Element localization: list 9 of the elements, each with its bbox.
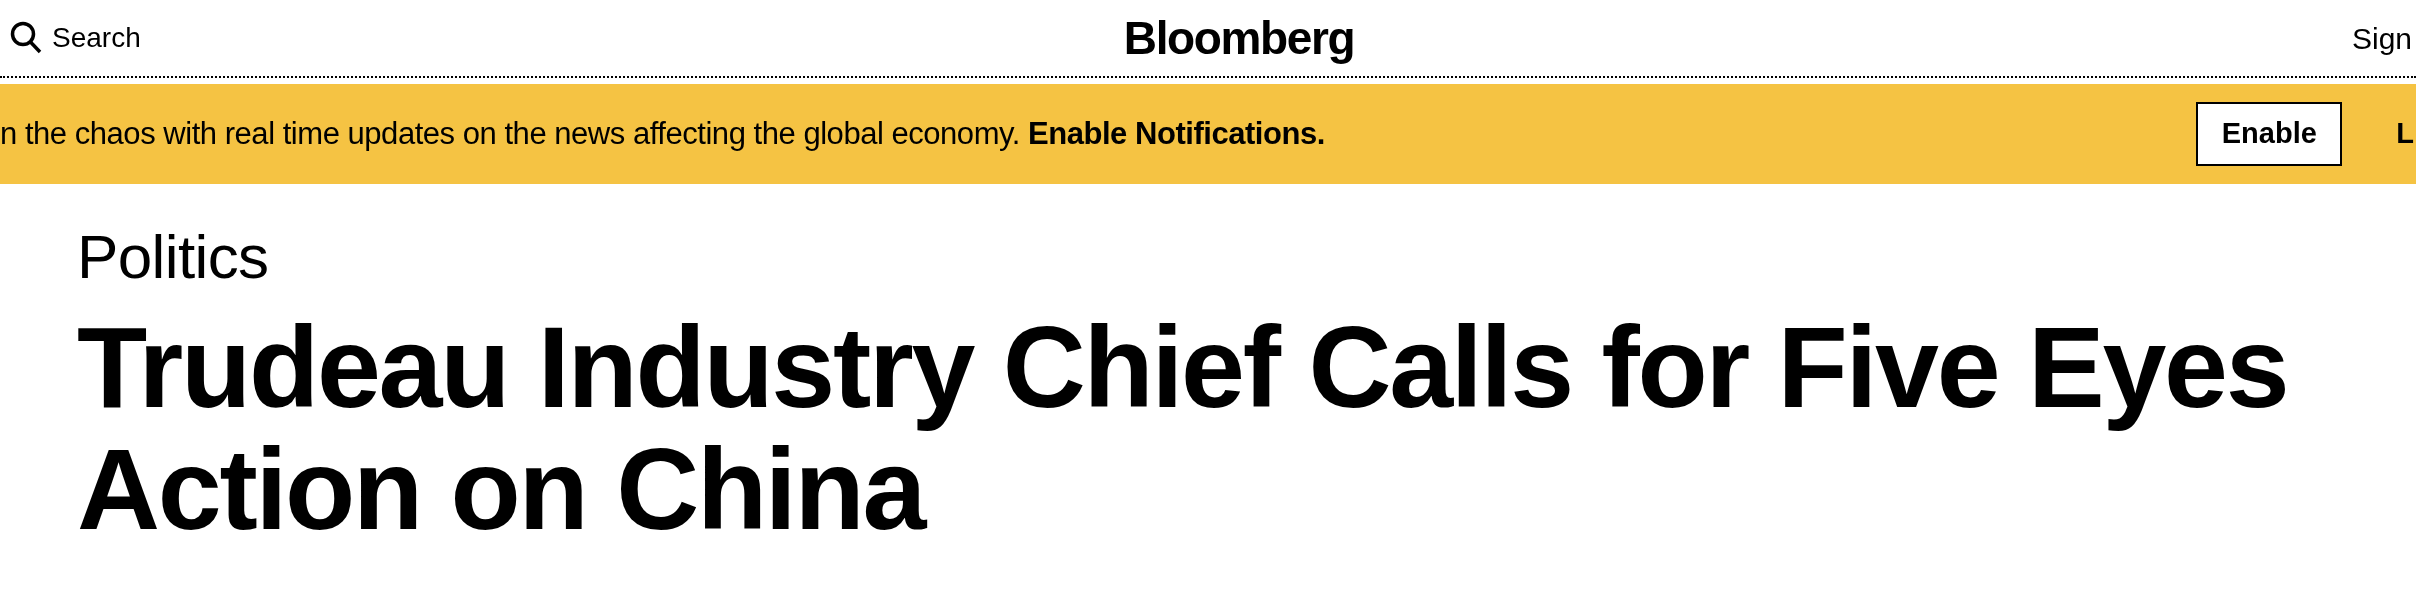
logo[interactable]: Bloomberg xyxy=(1123,3,1355,73)
banner-link[interactable]: L xyxy=(2396,112,2414,156)
banner-message: n the chaos with real time updates on the news affecting the global economy. Enable Notifications. xyxy=(0,114,1325,153)
search-icon xyxy=(10,21,42,55)
sign-in-link[interactable]: Sign xyxy=(2351,15,2412,61)
section-label[interactable]: Politics xyxy=(77,226,2416,288)
search-button[interactable]: Search xyxy=(10,17,141,59)
headline: Trudeau Industry Chief Calls for Five Eyes Action on China xyxy=(77,306,2289,550)
enable-button[interactable]: Enable xyxy=(2196,102,2343,166)
